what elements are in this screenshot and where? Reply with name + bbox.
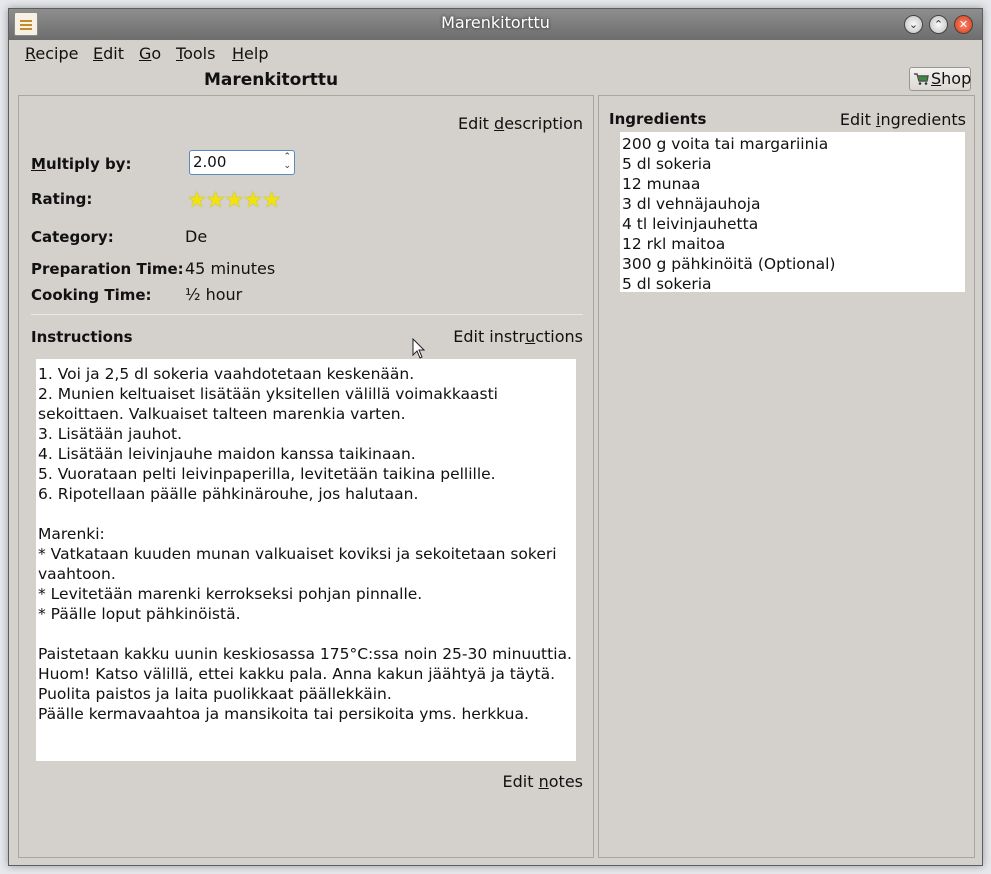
rating-label: Rating:: [31, 190, 93, 208]
ingredient-item[interactable]: 200 g voita tai margariinia: [622, 134, 963, 154]
multiply-label-key: M: [31, 155, 46, 173]
category-label: Category:: [31, 228, 114, 246]
edit-notes-text-end: otes: [548, 772, 583, 791]
menu-help-label: elp: [244, 44, 269, 63]
menu-help-key: H: [232, 44, 245, 63]
instruction-line: 1. Voi ja 2,5 dl sokeria vaahdotetaan ke…: [38, 365, 415, 383]
edit-description-text-end: escription: [504, 114, 583, 133]
recipe-details-panel: Edit description Multiply by: 2.00 ⌃ ⌄ Ra…: [18, 95, 594, 858]
edit-description-link[interactable]: Edit description: [458, 114, 583, 133]
menu-edit-key: E: [93, 44, 104, 63]
close-button[interactable]: ✕: [954, 15, 973, 34]
instruction-line: Paistetaan kakku uunin keskiosassa 175°C…: [38, 645, 572, 663]
menu-go[interactable]: Go: [139, 44, 161, 63]
menu-recipe-label: ecipe: [35, 44, 79, 63]
shopping-cart-icon: [914, 73, 929, 85]
section-divider: [31, 314, 583, 315]
instruction-line: * Päälle loput pähkinöistä.: [38, 605, 241, 623]
category-value: De: [185, 227, 208, 246]
instruction-line: Puolita paistos ja laita puolikkaat pääl…: [38, 685, 392, 703]
preparation-time-label: Preparation Time:: [31, 260, 184, 278]
multiply-spinbox[interactable]: 2.00 ⌃ ⌄: [189, 150, 295, 175]
menu-help[interactable]: Help: [232, 44, 268, 63]
ingredient-item[interactable]: 3 dl vehnäjauhoja: [622, 194, 963, 214]
multiply-value: 2.00: [193, 153, 227, 171]
edit-instructions-key: u: [525, 327, 536, 346]
cooking-time-label: Cooking Time:: [31, 286, 152, 304]
recipe-app-icon[interactable]: [14, 12, 38, 36]
menu-bar: Recipe Edit Go Tools Help: [9, 40, 982, 66]
menu-edit-label: dit: [103, 44, 124, 63]
spin-arrows-icon[interactable]: ⌃ ⌄: [283, 153, 291, 171]
ingredient-item[interactable]: 5 dl sokeria: [622, 154, 963, 174]
instructions-heading: Instructions: [31, 328, 133, 346]
menu-tools-key: T: [176, 44, 184, 63]
instruction-line: [38, 504, 574, 524]
edit-ingredients-link[interactable]: Edit ingredients: [840, 110, 966, 129]
instruction-line: 6. Ripotellaan päälle pähkinärouhe, jos …: [38, 485, 419, 503]
menu-edit[interactable]: Edit: [93, 44, 124, 63]
ingredients-heading: Ingredients: [609, 110, 707, 128]
edit-ingredients-text: Edit: [839, 110, 876, 129]
edit-ingredients-text-end: ngredients: [880, 110, 966, 129]
menu-tools-label: ools: [183, 44, 216, 63]
edit-notes-link[interactable]: Edit notes: [503, 772, 583, 791]
instruction-line: 3. Lisätään jauhot.: [38, 425, 182, 443]
instructions-text[interactable]: 1. Voi ja 2,5 dl sokeria vaahdotetaan ke…: [36, 359, 576, 761]
instruction-line: 2. Munien keltuaiset lisätään yksitellen…: [38, 385, 498, 403]
menu-go-key: G: [139, 44, 152, 63]
recipe-title: Marenkitorttu: [204, 70, 339, 90]
menu-tools[interactable]: Tools: [176, 44, 215, 63]
menu-recipe-key: R: [25, 44, 36, 63]
mouse-pointer-icon: [412, 338, 426, 359]
multiply-label-text: ultiply by:: [45, 155, 132, 173]
rating-stars[interactable]: ★★★★★: [187, 188, 282, 213]
preparation-time-value: 45 minutes: [185, 259, 276, 278]
maximize-button[interactable]: ⌃: [929, 15, 948, 34]
shop-button-key: S: [931, 69, 942, 88]
edit-description-key: d: [494, 114, 505, 133]
multiply-label: Multiply by:: [31, 155, 131, 173]
window-title: Marenkitorttu: [441, 13, 550, 32]
instruction-line: * Vatkataan kuuden munan valkuaiset kovi…: [38, 545, 557, 563]
ingredient-item[interactable]: 12 munaa: [622, 174, 963, 194]
shop-button-label: hop: [941, 69, 972, 88]
instruction-line: 4. Lisätään leivinjauhe maidon kanssa ta…: [38, 445, 416, 463]
app-window: Marenkitorttu ⌄ ⌃ ✕ Recipe Edit Go Tools…: [8, 8, 983, 866]
edit-notes-text: Edit: [502, 772, 539, 791]
edit-instructions-text-end: ctions: [535, 327, 583, 346]
ingredient-item[interactable]: 4 tl leivinjauhetta: [622, 214, 963, 234]
instruction-line: 5. Vuorataan pelti leivinpaperilla, levi…: [38, 465, 496, 483]
edit-description-text: Edit: [457, 114, 495, 133]
menu-recipe[interactable]: Recipe: [25, 44, 79, 63]
instruction-line: Marenki:: [38, 525, 105, 543]
instruction-line: vaahtoon.: [38, 565, 116, 583]
shop-button[interactable]: Shop: [909, 67, 971, 91]
ingredient-item[interactable]: 5 dl sokeria: [622, 274, 963, 294]
instruction-line: * Levitetään marenki kerrokseksi pohjan …: [38, 585, 423, 603]
title-bar[interactable]: Marenkitorttu ⌄ ⌃ ✕: [9, 9, 982, 40]
instruction-line: [38, 624, 574, 644]
menu-go-label: o: [151, 44, 162, 63]
ingredient-item[interactable]: 12 rkl maitoa: [622, 234, 963, 254]
instruction-line: Päälle kermavaahtoa ja mansikoita tai pe…: [38, 705, 529, 723]
edit-notes-key: n: [538, 772, 549, 791]
ingredients-panel: Ingredients Edit ingredients 200 g voita…: [598, 95, 975, 858]
minimize-button[interactable]: ⌄: [904, 15, 923, 34]
cooking-time-value: ½ hour: [185, 285, 243, 304]
ingredients-list[interactable]: 200 g voita tai margariinia 5 dl sokeria…: [620, 132, 965, 294]
edit-instructions-text: Edit instr: [453, 327, 526, 346]
ingredient-item[interactable]: 300 g pähkinöitä (Optional): [622, 254, 963, 274]
instruction-line: sekoittaen. Valkuaiset talteen marenkia …: [38, 405, 406, 423]
instruction-line: Huom! Katso välillä, ettei kakku pala. A…: [38, 665, 556, 683]
edit-instructions-link[interactable]: Edit instructions: [453, 327, 583, 346]
